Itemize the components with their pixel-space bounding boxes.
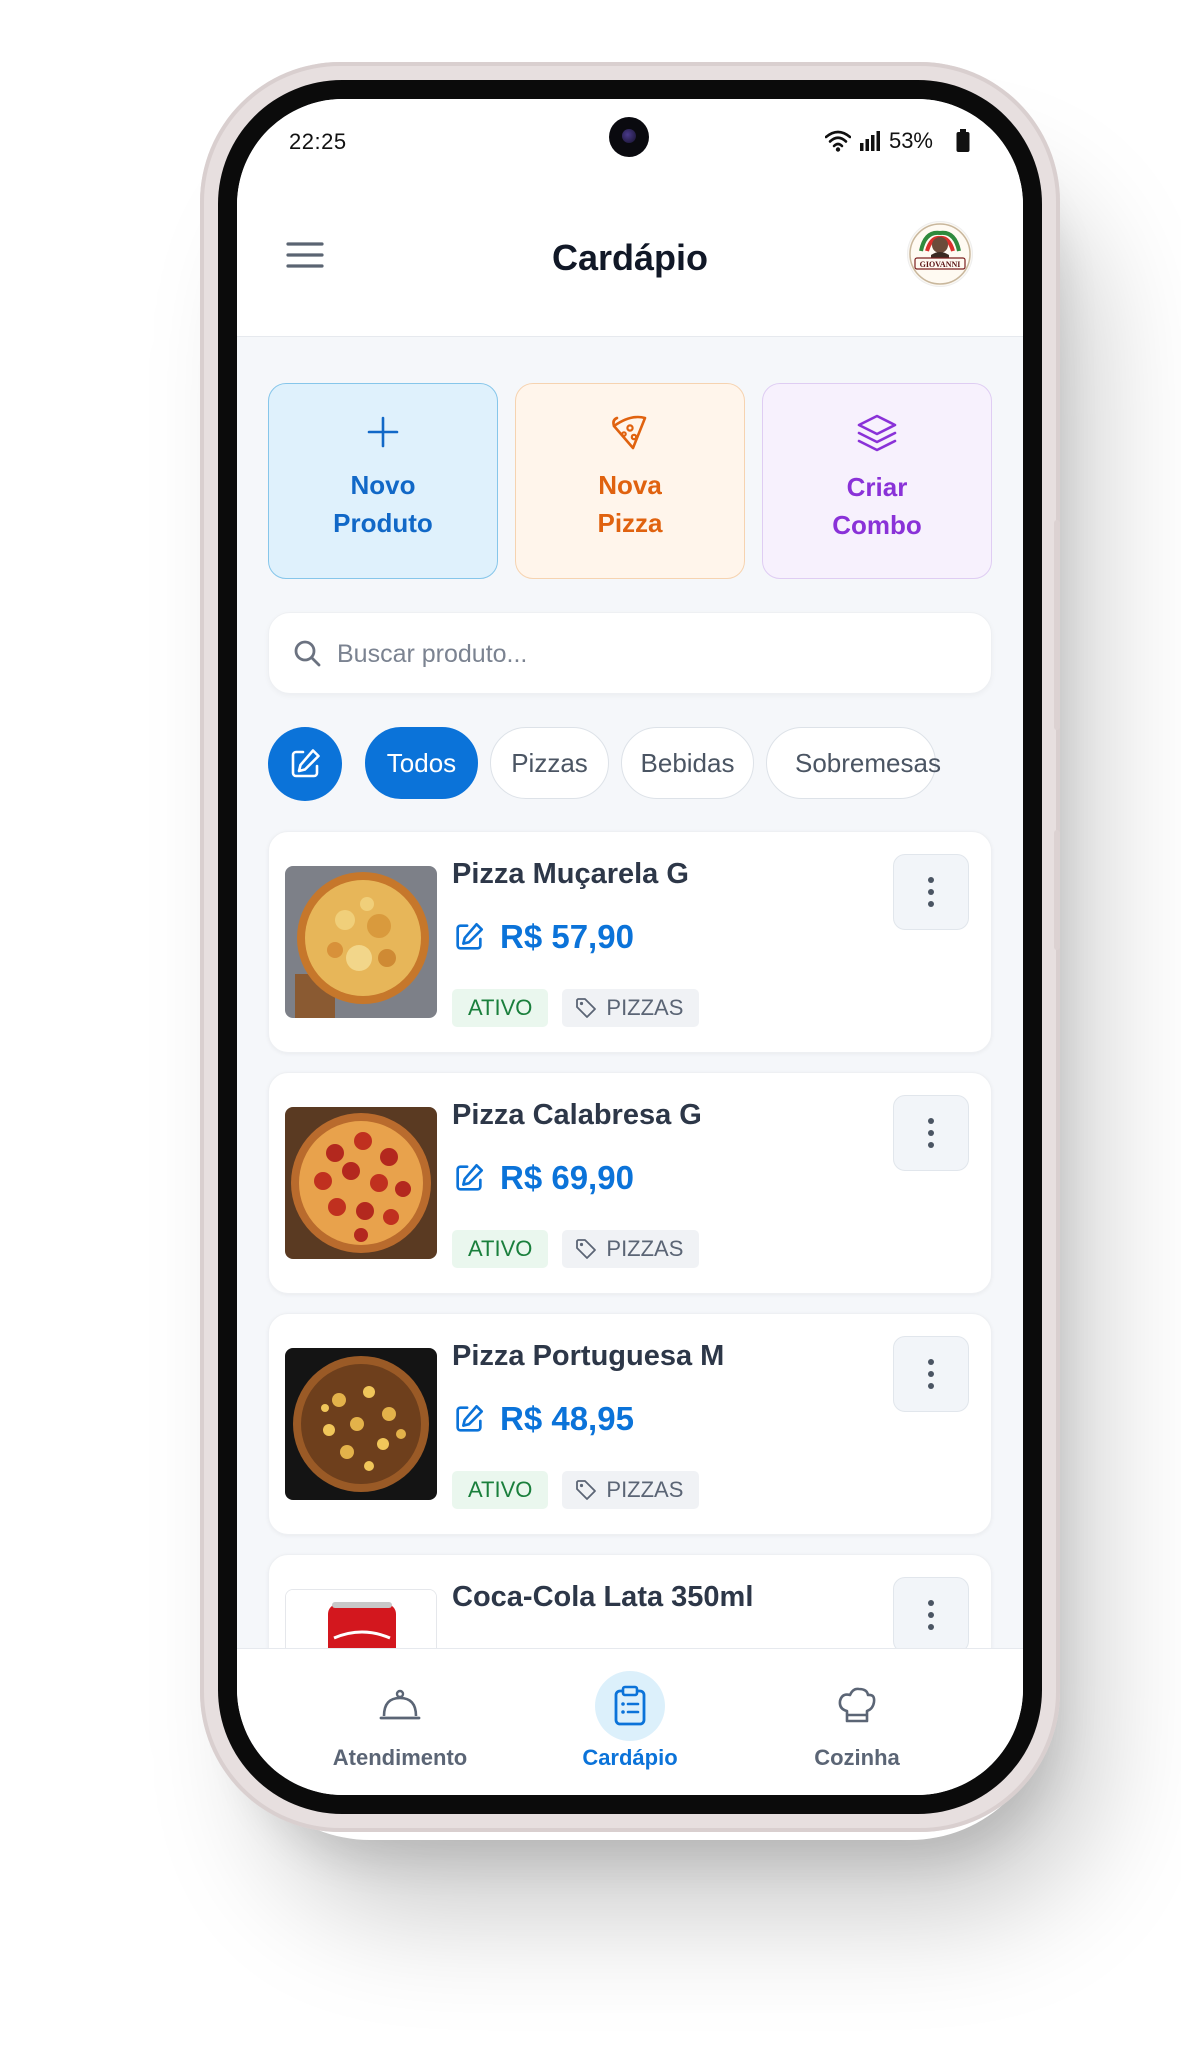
status-bar: 22:25 53%	[237, 99, 1023, 179]
new-pizza-label: Nova Pizza	[597, 470, 663, 538]
status-badge: ATIVO	[452, 1471, 549, 1509]
product-name: Pizza Calabresa G	[452, 1099, 702, 1131]
product-tags: ATIVO PIZZAS	[452, 1230, 700, 1268]
clipboard-list-icon	[614, 1685, 646, 1726]
product-price: R$ 48,95	[500, 1400, 634, 1437]
phone-screen: 22:25 53% Cardápio GIOVANNI Novo Produto…	[237, 99, 1023, 1795]
edit-categories-button[interactable]	[268, 727, 342, 801]
wifi-icon	[824, 130, 851, 152]
chip-todos[interactable]: Todos	[365, 727, 478, 799]
more-options-button[interactable]	[893, 1577, 969, 1653]
front-camera	[609, 117, 649, 157]
category-badge: PIZZAS	[562, 989, 700, 1027]
product-card[interactable]: Pizza Muçarela G R$ 57,90 ATIVO PIZZAS	[268, 831, 992, 1053]
quick-actions: Novo Produto Nova Pizza Criar Combo	[268, 383, 992, 579]
nav-icon	[595, 1671, 665, 1741]
plus-icon	[367, 416, 399, 448]
nav-label: Cardápio	[582, 1745, 678, 1770]
nav-cozinha[interactable]: Cozinha	[737, 1649, 977, 1795]
restaurant-logo[interactable]: GIOVANNI	[907, 221, 973, 287]
chef-hat-icon	[838, 1687, 876, 1723]
more-options-button[interactable]	[893, 1095, 969, 1171]
tag-icon	[576, 998, 597, 1018]
new-pizza-button[interactable]: Nova Pizza	[515, 383, 745, 579]
tag-icon	[576, 1480, 597, 1500]
side-button	[1054, 830, 1060, 950]
tag-icon	[576, 1239, 597, 1259]
signal-icon	[859, 131, 880, 151]
category-badge: PIZZAS	[562, 1230, 700, 1268]
layers-icon	[857, 414, 897, 452]
nav-cardapio[interactable]: Cardápio	[510, 1649, 750, 1795]
status-badge: ATIVO	[452, 1230, 549, 1268]
product-card[interactable]: Pizza Portuguesa M R$ 48,95 ATIVO PIZZAS	[268, 1313, 992, 1535]
status-time: 22:25	[289, 129, 347, 154]
category-label: PIZZAS	[606, 1236, 684, 1261]
side-button	[1054, 520, 1060, 730]
product-name: Pizza Muçarela G	[452, 858, 689, 890]
status-indicators: 53%	[824, 126, 971, 156]
battery-percent: 53%	[888, 128, 933, 153]
more-options-button[interactable]	[893, 1336, 969, 1412]
product-price-row: R$ 69,90	[452, 1159, 634, 1197]
nav-icon	[822, 1671, 892, 1741]
more-vertical-icon	[928, 1600, 934, 1630]
search-icon	[294, 640, 321, 667]
product-price: R$ 69,90	[500, 1159, 634, 1196]
chip-bebidas[interactable]: Bebidas	[621, 727, 754, 799]
create-combo-label: Criar Combo	[832, 472, 922, 540]
product-tags: ATIVO PIZZAS	[452, 989, 700, 1027]
pizza-slice-icon	[612, 415, 647, 450]
product-image	[285, 1348, 437, 1500]
nav-label: Cozinha	[814, 1745, 900, 1770]
product-price: R$ 57,90	[500, 918, 634, 955]
page-title: Cardápio	[551, 237, 709, 278]
product-image	[285, 866, 437, 1018]
logo-text: GIOVANNI	[920, 260, 961, 269]
nav-icon	[365, 1671, 435, 1741]
edit-price-icon[interactable]	[452, 1402, 486, 1436]
product-tags: ATIVO PIZZAS	[452, 1471, 700, 1509]
product-price-row: R$ 48,95	[452, 1400, 634, 1438]
chip-pizzas[interactable]: Pizzas	[490, 727, 609, 799]
nav-atendimento[interactable]: Atendimento	[280, 1649, 520, 1795]
product-image	[285, 1107, 437, 1259]
edit-icon	[291, 749, 320, 778]
category-filters: Todos Pizzas Bebidas Sobremesas	[268, 727, 1023, 801]
chip-sobremesas[interactable]: Sobremesas	[766, 727, 941, 799]
search-input[interactable]	[335, 613, 959, 695]
edit-price-icon[interactable]	[452, 1161, 486, 1195]
more-options-button[interactable]	[893, 854, 969, 930]
category-label: PIZZAS	[606, 1477, 684, 1502]
giovanni-logo-icon: GIOVANNI	[909, 223, 971, 285]
nav-label: Atendimento	[332, 1745, 468, 1770]
battery-icon	[956, 129, 970, 152]
category-label: PIZZAS	[606, 995, 684, 1020]
category-badge: PIZZAS	[562, 1471, 700, 1509]
new-product-button[interactable]: Novo Produto	[268, 383, 498, 579]
search-box	[268, 612, 992, 695]
product-name: Coca-Cola Lata 350ml	[452, 1581, 754, 1613]
more-vertical-icon	[928, 1359, 934, 1389]
app-header: Cardápio GIOVANNI	[237, 179, 1023, 337]
create-combo-button[interactable]: Criar Combo	[762, 383, 992, 579]
product-name: Pizza Portuguesa M	[452, 1340, 725, 1372]
bottom-navigation: Atendimento Cardápio Cozinha	[237, 1648, 1023, 1795]
more-vertical-icon	[928, 877, 934, 907]
more-vertical-icon	[928, 1118, 934, 1148]
product-card[interactable]: Pizza Calabresa G R$ 69,90 ATIVO PIZZAS	[268, 1072, 992, 1294]
status-badge: ATIVO	[452, 989, 549, 1027]
edit-price-icon[interactable]	[452, 920, 486, 954]
new-product-label: Novo Produto	[333, 470, 433, 538]
product-price-row: R$ 57,90	[452, 918, 634, 956]
service-bell-icon	[379, 1689, 421, 1720]
